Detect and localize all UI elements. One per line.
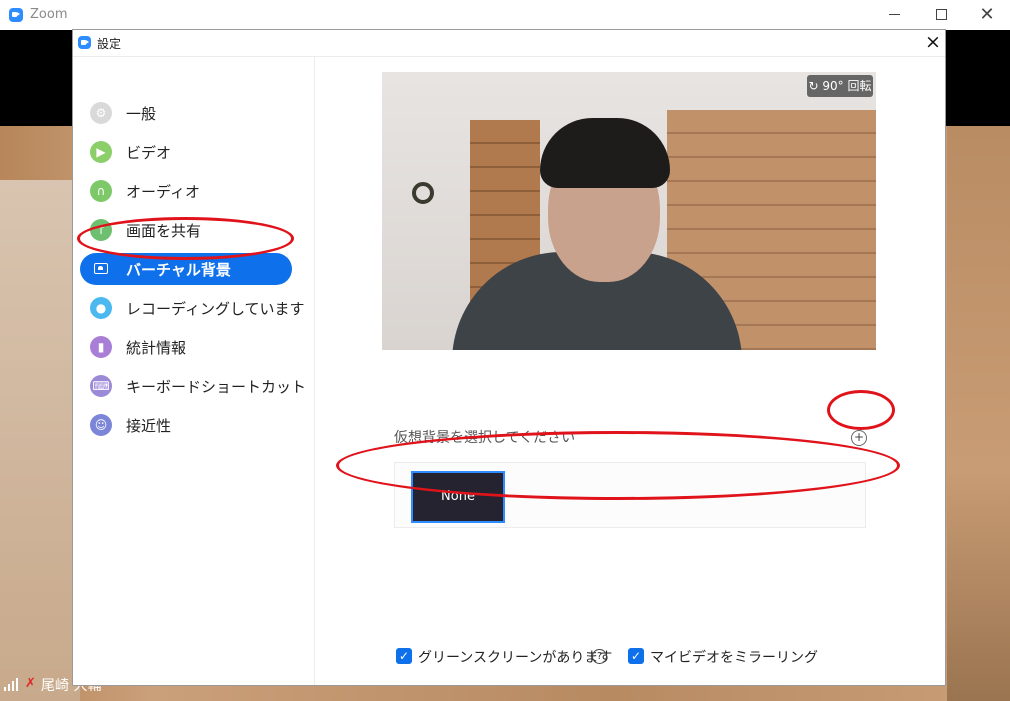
preview-wreath: [412, 182, 434, 204]
video-camera-icon: ▶: [90, 141, 112, 163]
sidebar-item-label: オーディオ: [126, 183, 200, 201]
sidebar-item-label: 統計情報: [126, 339, 187, 357]
choose-background-label: 仮想背景を選択してください: [394, 430, 576, 446]
background-list: None: [394, 462, 866, 528]
settings-dialog: 設定 × ⚙ 一般 ▶ ビデオ ∩ オーディオ ↑ 画面を共有 バーチャル背景 …: [72, 29, 946, 686]
settings-title: 設定: [97, 37, 122, 51]
mirror-video-checkbox[interactable]: ✓: [628, 648, 644, 664]
settings-titlebar: 設定 ×: [73, 30, 945, 57]
video-wall-left: [0, 180, 80, 701]
minimize-button[interactable]: [872, 0, 918, 30]
sidebar-item-general[interactable]: ⚙ 一般: [80, 97, 292, 129]
mic-muted-icon: ✗: [25, 676, 36, 691]
virtual-background-icon: [90, 258, 112, 280]
rotate-90-button[interactable]: ↻ 90° 回転: [807, 75, 873, 97]
add-background-button[interactable]: +: [851, 430, 867, 446]
green-screen-checkbox[interactable]: ✓: [396, 648, 412, 664]
virtual-background-panel: ↻ 90° 回転 仮想背景を選択してください + None ✓ グリーンスクリー…: [315, 57, 945, 685]
sidebar-item-statistics[interactable]: ▮ 統計情報: [80, 331, 292, 363]
sidebar-item-video[interactable]: ▶ ビデオ: [80, 136, 292, 168]
sidebar-item-label: レコーディングしています: [126, 300, 305, 318]
share-screen-icon: ↑: [90, 219, 112, 241]
headphones-icon: ∩: [90, 180, 112, 202]
sidebar-item-virtual-background[interactable]: バーチャル背景: [80, 253, 292, 285]
zoom-logo-icon: [9, 8, 23, 22]
maximize-button[interactable]: [918, 0, 964, 30]
sidebar-item-label: ビデオ: [126, 144, 172, 162]
zoom-logo-icon: [78, 36, 91, 49]
green-screen-label: グリーンスクリーンがあります: [418, 650, 613, 666]
settings-close-button[interactable]: ×: [923, 32, 943, 52]
sidebar-item-label: 画面を共有: [126, 222, 202, 240]
sidebar-item-audio[interactable]: ∩ オーディオ: [80, 175, 292, 207]
sidebar-item-label: 接近性: [126, 417, 172, 435]
keyboard-icon: ⌨: [90, 375, 112, 397]
signal-strength-icon: [4, 678, 20, 691]
mirror-video-label: マイビデオをミラーリング: [650, 650, 818, 666]
rotate-label: 90° 回転: [822, 79, 872, 93]
camera-preview: ↻ 90° 回転: [382, 72, 876, 350]
help-icon[interactable]: ?: [592, 649, 607, 664]
statistics-icon: ▮: [90, 336, 112, 358]
sidebar-item-accessibility[interactable]: ☺ 接近性: [80, 409, 292, 441]
sidebar-item-share-screen[interactable]: ↑ 画面を共有: [80, 214, 292, 246]
video-wall-right: [947, 126, 1010, 701]
background-none-thumbnail[interactable]: None: [411, 471, 505, 523]
rotate-icon: ↻: [808, 79, 819, 93]
accessibility-icon: ☺: [90, 414, 112, 436]
main-window-title: Zoom: [30, 7, 68, 22]
main-titlebar: Zoom ✕: [0, 0, 1010, 30]
sidebar-item-label: キーボードショートカット: [126, 378, 307, 396]
sidebar-item-label: 一般: [126, 105, 157, 123]
record-icon: ●: [90, 297, 112, 319]
sidebar-item-label: バーチャル背景: [126, 261, 231, 279]
gear-icon: ⚙: [90, 102, 112, 124]
close-window-button[interactable]: ✕: [964, 0, 1010, 30]
preview-person-hair: [540, 118, 670, 188]
sidebar-item-recording[interactable]: ● レコーディングしています: [80, 292, 305, 324]
settings-sidebar: ⚙ 一般 ▶ ビデオ ∩ オーディオ ↑ 画面を共有 バーチャル背景 ● レコー…: [73, 57, 315, 685]
sidebar-item-keyboard-shortcuts[interactable]: ⌨ キーボードショートカット: [80, 370, 306, 402]
